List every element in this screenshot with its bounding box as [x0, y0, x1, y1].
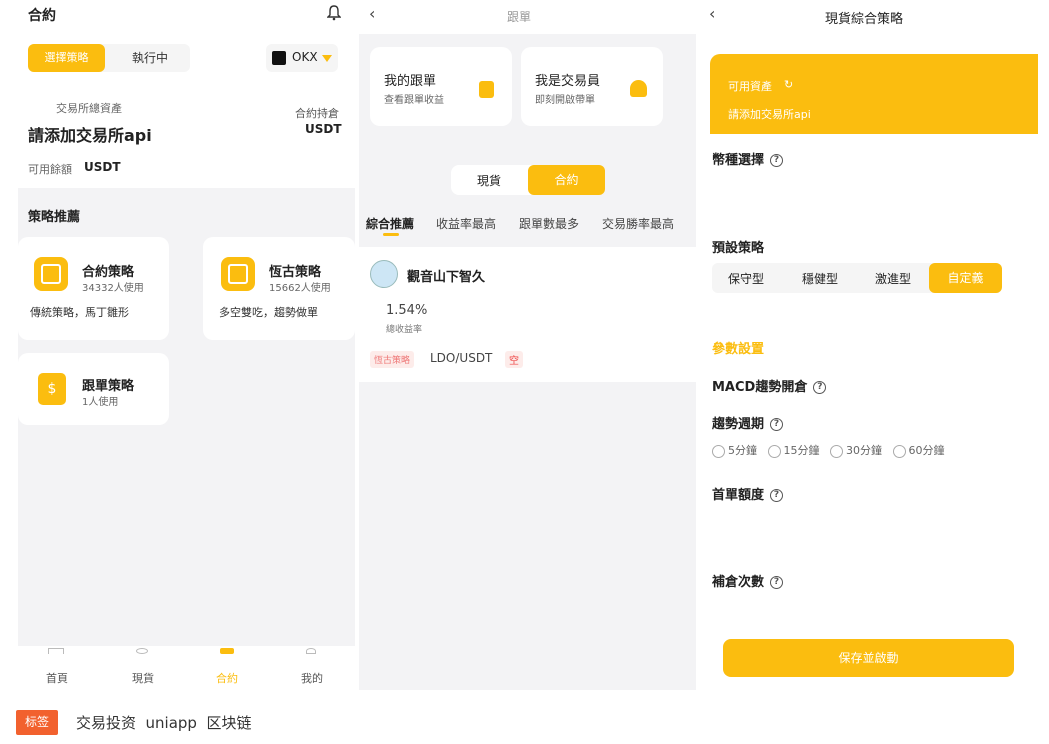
strategy-desc: 傳統策略，馬丁雛形 — [30, 306, 129, 319]
filter-comprehensive[interactable]: 綜合推薦 — [366, 215, 414, 232]
layers-icon — [34, 257, 68, 291]
tab-select-strategy[interactable]: 選擇策略 — [28, 44, 105, 72]
bottom-nav: 首頁 現貨 合約 我的 — [18, 646, 355, 690]
side-badge: 空 — [505, 351, 523, 368]
available-unit: USDT — [84, 160, 121, 174]
strategy-users: 34332人使用 — [82, 283, 144, 294]
person-icon — [630, 80, 647, 97]
position-label: 合約持倉 — [295, 107, 339, 120]
save-start-button[interactable]: 保存並啟動 — [723, 639, 1014, 677]
strategy-card-contract[interactable]: 合約策略 34332人使用 傳統策略，馬丁雛形 — [18, 237, 169, 340]
back-icon[interactable]: ‹ — [369, 4, 375, 23]
nav-mine[interactable]: 我的 — [301, 670, 323, 686]
filter-profit[interactable]: 收益率最高 — [436, 215, 496, 232]
toggle-contract[interactable]: 合約 — [528, 165, 605, 195]
available-label: 可用資產 — [728, 80, 772, 93]
params-title: 參數設置 — [712, 342, 765, 357]
contract-icon — [220, 648, 234, 654]
available-label: 可用餘額 — [28, 163, 72, 176]
avatar — [370, 260, 398, 288]
help-icon[interactable]: ? — [770, 418, 784, 431]
page-title: 現貨綜合策略 — [825, 12, 904, 27]
tag-keywords: 交易投资 uniapp 区块链 — [76, 714, 252, 732]
refresh-icon[interactable]: ↻ — [784, 78, 793, 91]
clipboard-icon — [479, 81, 494, 98]
tab-running[interactable]: 執行中 — [112, 44, 188, 72]
home-icon — [48, 648, 64, 654]
help-icon[interactable]: ? — [770, 154, 784, 167]
filter-winrate[interactable]: 交易勝率最高 — [602, 215, 674, 232]
tag-badge: 标签 — [16, 710, 58, 735]
card-sub: 即刻開啟帶單 — [535, 95, 595, 106]
radio-60m[interactable]: 60分鐘 — [892, 444, 945, 458]
coin-select-label: 幣種選擇? — [712, 149, 784, 168]
exchange-name: OKX — [292, 50, 318, 64]
nav-contract[interactable]: 合約 — [216, 670, 238, 686]
card-title: 我的跟單 — [384, 74, 437, 89]
toggle-spot[interactable]: 現貨 — [461, 172, 517, 189]
strategy-card-copy[interactable]: $ 跟單策略 1人使用 — [18, 353, 169, 425]
card-title: 我是交易員 — [535, 74, 601, 89]
spot-strategy-panel: ‹ 現貨綜合策略 可用資產 ↻ 請添加交易所api 幣種選擇? 預設策略 保守型… — [699, 0, 1038, 690]
active-filter-indicator — [383, 233, 399, 236]
add-api-link[interactable]: 請添加交易所api — [728, 106, 811, 122]
layers-icon — [221, 257, 255, 291]
radio-15m[interactable]: 15分鐘 — [767, 444, 820, 458]
macd-label: MACD趨勢開倉? — [712, 376, 827, 395]
header-title: 跟單 — [507, 10, 532, 24]
nav-spot[interactable]: 現貨 — [132, 670, 154, 686]
first-amount-label: 首單額度? — [712, 484, 784, 503]
profit-label: 總收益率 — [386, 325, 423, 335]
spot-icon — [136, 648, 148, 654]
strategy-name: 恆古策略 — [269, 265, 322, 280]
period-options: 5分鐘 15分鐘 30分鐘 60分鐘 — [712, 442, 945, 458]
asset-banner: 可用資產 ↻ 請添加交易所api — [710, 54, 1038, 134]
preset-aggressive[interactable]: 激進型 — [875, 270, 911, 287]
preset-steady[interactable]: 穩健型 — [802, 270, 838, 287]
section-title: 策略推薦 — [28, 210, 81, 225]
position-unit: USDT — [305, 122, 342, 136]
radio-30m[interactable]: 30分鐘 — [830, 444, 882, 458]
back-icon[interactable]: ‹ — [709, 4, 715, 23]
money-bag-icon: $ — [38, 373, 66, 405]
help-icon[interactable]: ? — [813, 381, 827, 394]
strategy-name: 合約策略 — [82, 265, 135, 280]
total-assets-value: 請添加交易所api — [28, 126, 152, 145]
help-icon[interactable]: ? — [770, 576, 784, 589]
preset-label: 預設策略 — [712, 241, 765, 256]
strategy-users: 15662人使用 — [269, 283, 331, 294]
filter-followers[interactable]: 跟單數最多 — [519, 215, 579, 232]
okx-logo-icon — [272, 51, 286, 65]
copy-trade-panel: ‹ 跟單 我的跟單 查看跟單收益 我是交易員 即刻開啟帶單 現貨 合約 綜合推薦… — [359, 0, 696, 690]
strategy-card-henggu[interactable]: 恆古策略 15662人使用 多空雙吃，趨勢做單 — [203, 237, 355, 340]
preset-custom[interactable]: 自定義 — [929, 263, 1002, 293]
total-assets-label: 交易所總資產 — [56, 102, 122, 115]
strategy-desc: 多空雙吃，趨勢做單 — [219, 306, 318, 319]
radio-5m[interactable]: 5分鐘 — [712, 444, 757, 458]
profit-value: 1.54% — [386, 303, 428, 318]
page-title: 合約 — [28, 8, 56, 24]
strategy-users: 1人使用 — [82, 397, 119, 408]
refill-label: 補倉次數? — [712, 571, 784, 590]
chevron-down-icon — [322, 55, 332, 62]
period-label: 趨勢週期? — [712, 413, 784, 432]
my-copy-card[interactable]: 我的跟單 查看跟單收益 — [370, 47, 512, 126]
exchange-selector[interactable]: OKX — [266, 44, 338, 72]
strategy-tag: 恆古策略 — [370, 351, 415, 368]
preset-conservative[interactable]: 保守型 — [728, 270, 764, 287]
nav-home[interactable]: 首頁 — [46, 670, 68, 686]
contract-panel: 合約 選擇策略 執行中 OKX 交易所總資產 請添加交易所api 合約持倉 US… — [18, 0, 355, 690]
card-sub: 查看跟單收益 — [384, 95, 444, 106]
asset-header-area — [18, 0, 355, 188]
strategy-name: 跟單策略 — [82, 379, 135, 394]
trader-list-item[interactable]: 觀音山下智久 1.54% 總收益率 恆古策略 LDO/USDT 空 — [359, 247, 696, 382]
help-icon[interactable]: ? — [770, 489, 784, 502]
trader-card[interactable]: 我是交易員 即刻開啟帶單 — [521, 47, 663, 126]
trade-pair: LDO/USDT — [430, 351, 493, 365]
trader-name: 觀音山下智久 — [407, 270, 486, 285]
profile-icon — [306, 648, 316, 654]
bell-icon[interactable] — [326, 5, 342, 25]
